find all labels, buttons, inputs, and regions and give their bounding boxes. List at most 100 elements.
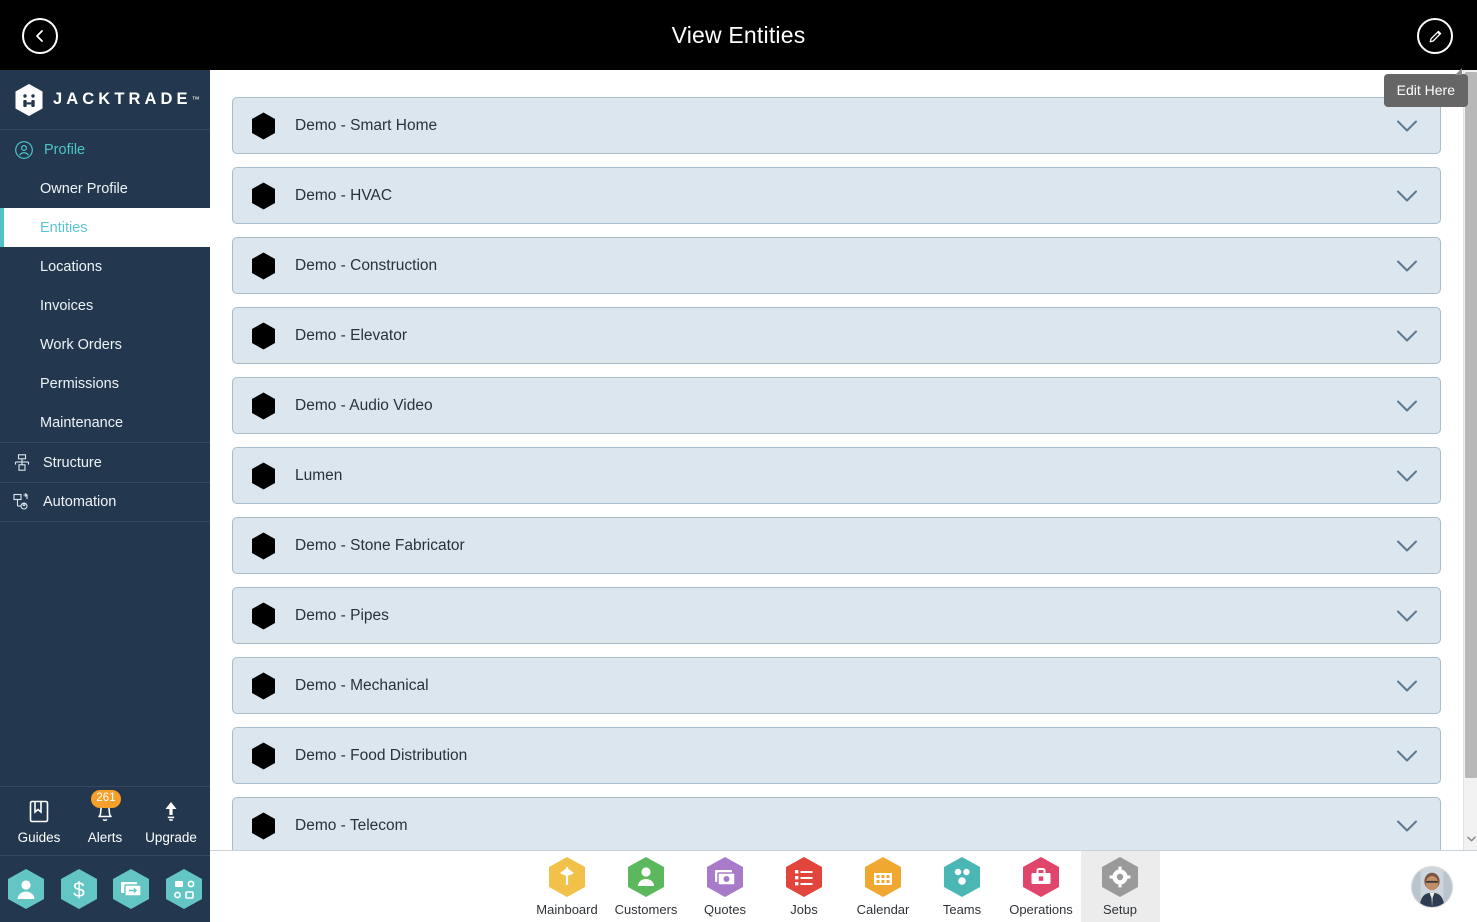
sidebar-item-owner-profile[interactable]: Owner Profile bbox=[0, 169, 210, 208]
bottom-tab-label: Customers bbox=[614, 902, 678, 917]
sidebar-item-work-orders[interactable]: Work Orders bbox=[0, 325, 210, 364]
entity-name: Demo - Stone Fabricator bbox=[295, 536, 465, 554]
entity-row[interactable]: Demo - Telecom bbox=[232, 797, 1441, 850]
sidebar-group-label: Profile bbox=[44, 141, 86, 158]
chevron-down-icon[interactable] bbox=[1396, 609, 1418, 622]
sidebar-item-label: Permissions bbox=[40, 375, 119, 392]
entity-list-scrollbar[interactable] bbox=[1463, 70, 1477, 850]
sidebar-utility-bar: Guides 261 Alerts Upgrade bbox=[0, 786, 210, 856]
sidebar-quick-actions: $ bbox=[0, 856, 210, 922]
hexagon-icon bbox=[252, 112, 275, 139]
brand-name: JACKTRADE bbox=[53, 90, 192, 108]
chevron-down-icon[interactable] bbox=[1396, 399, 1418, 412]
entity-row[interactable]: Demo - Audio Video bbox=[232, 377, 1441, 434]
entity-name: Demo - Construction bbox=[295, 256, 438, 274]
bottom-tab-quotes[interactable]: Quotes bbox=[686, 851, 765, 922]
top-header-bar: View Entities bbox=[0, 0, 1477, 70]
entity-row[interactable]: Demo - Food Distribution bbox=[232, 727, 1441, 784]
workflow-hex-icon[interactable] bbox=[165, 868, 203, 910]
entity-name: Demo - Mechanical bbox=[295, 676, 429, 694]
bottom-tab-setup[interactable]: Setup bbox=[1080, 850, 1160, 922]
bottom-tab-calendar[interactable]: Calendar bbox=[844, 851, 923, 922]
jacktrade-hex-logo-icon bbox=[15, 83, 43, 116]
sidebar-nav: Profile Owner Profile Entities Locations… bbox=[0, 130, 210, 522]
sidebar-item-permissions[interactable]: Permissions bbox=[0, 364, 210, 403]
chevron-left-icon bbox=[36, 30, 43, 42]
bottom-tab-customers[interactable]: Customers bbox=[607, 851, 686, 922]
person-hex-icon[interactable] bbox=[7, 868, 45, 910]
entity-row[interactable]: Demo - Stone Fabricator bbox=[232, 517, 1441, 574]
bottom-nav-tabs: Mainboard Customers Quotes Jobs Calendar Team… bbox=[528, 850, 1160, 922]
quotes-icon bbox=[707, 857, 743, 897]
guides-button[interactable]: Guides bbox=[8, 799, 70, 845]
hexagon-icon bbox=[252, 252, 275, 279]
sidebar-item-entities[interactable]: Entities bbox=[0, 208, 210, 247]
up-arrow-icon bbox=[165, 802, 177, 821]
bottom-tab-operations[interactable]: Operations bbox=[1002, 851, 1081, 922]
edit-here-tooltip: Edit Here bbox=[1383, 68, 1468, 107]
chevron-down-icon[interactable] bbox=[1396, 259, 1418, 272]
main-content: Demo - Smart Home Demo - HVAC Demo - Const… bbox=[210, 70, 1477, 850]
alerts-label: Alerts bbox=[87, 830, 123, 845]
money-transfer-hex-icon[interactable] bbox=[112, 868, 150, 910]
alerts-button[interactable]: 261 Alerts bbox=[74, 790, 136, 845]
entity-row[interactable]: Demo - Smart Home bbox=[232, 97, 1441, 154]
sidebar-item-label: Structure bbox=[43, 454, 102, 471]
hexagon-icon bbox=[252, 322, 275, 349]
entity-name: Demo - HVAC bbox=[295, 186, 393, 204]
hexagon-icon bbox=[252, 182, 275, 209]
entity-row[interactable]: Lumen bbox=[232, 447, 1441, 504]
chevron-down-icon[interactable] bbox=[1396, 539, 1418, 552]
back-button[interactable] bbox=[22, 18, 58, 54]
entity-row[interactable]: Demo - Mechanical bbox=[232, 657, 1441, 714]
chevron-down-icon[interactable] bbox=[1396, 679, 1418, 692]
chevron-down-icon[interactable] bbox=[1396, 119, 1418, 132]
bottom-tab-label: Mainboard bbox=[536, 902, 598, 917]
entity-name: Demo - Food Distribution bbox=[295, 746, 468, 764]
sidebar-item-label: Invoices bbox=[40, 297, 94, 314]
chevron-down-icon[interactable] bbox=[1396, 819, 1418, 832]
scrollbar-thumb[interactable] bbox=[1465, 72, 1477, 778]
bottom-tab-mainboard[interactable]: Mainboard bbox=[528, 851, 607, 922]
chevron-down-icon[interactable] bbox=[1396, 329, 1418, 342]
dollar-hex-icon[interactable]: $ bbox=[60, 868, 98, 910]
jobs-icon bbox=[786, 857, 822, 897]
brand-logo[interactable]: JACKTRADE ™ bbox=[0, 70, 210, 130]
hexagon-icon bbox=[252, 532, 275, 559]
bottom-tab-label: Quotes bbox=[704, 902, 746, 917]
sidebar-item-maintenance[interactable]: Maintenance bbox=[0, 403, 210, 442]
hexagon-icon bbox=[252, 462, 275, 489]
bottom-tab-jobs[interactable]: Jobs bbox=[765, 851, 844, 922]
chevron-down-icon[interactable] bbox=[1396, 749, 1418, 762]
bottom-tab-label: Teams bbox=[942, 902, 982, 917]
sidebar-item-invoices[interactable]: Invoices bbox=[0, 286, 210, 325]
guides-label: Guides bbox=[17, 830, 61, 845]
sidebar-group-profile[interactable]: Profile bbox=[0, 130, 210, 169]
chevron-down-icon bbox=[1466, 836, 1476, 842]
entity-name: Demo - Pipes bbox=[295, 606, 389, 624]
sidebar-item-automation[interactable]: Automation bbox=[0, 482, 210, 522]
entity-row[interactable]: Demo - Construction bbox=[232, 237, 1441, 294]
upgrade-button[interactable]: Upgrade bbox=[140, 799, 202, 845]
bottom-tab-label: Jobs bbox=[790, 902, 818, 917]
entity-row[interactable]: Demo - HVAC bbox=[232, 167, 1441, 224]
bottom-tab-teams[interactable]: Teams bbox=[923, 851, 1002, 922]
bottom-navigation-bar: Mainboard Customers Quotes Jobs Calendar Team… bbox=[210, 850, 1477, 922]
sidebar-item-structure[interactable]: Structure bbox=[0, 442, 210, 482]
pencil-icon bbox=[1429, 30, 1441, 42]
book-icon bbox=[29, 800, 49, 823]
sidebar-item-locations[interactable]: Locations bbox=[0, 247, 210, 286]
entity-row[interactable]: Demo - Pipes bbox=[232, 587, 1441, 644]
operations-icon bbox=[1023, 857, 1059, 897]
edit-button[interactable] bbox=[1417, 18, 1453, 54]
hexagon-icon bbox=[252, 602, 275, 629]
entity-name: Demo - Audio Video bbox=[295, 396, 433, 414]
user-avatar[interactable] bbox=[1411, 865, 1453, 908]
entity-row[interactable]: Demo - Elevator bbox=[232, 307, 1441, 364]
scrollbar-down-arrow[interactable] bbox=[1464, 832, 1477, 846]
chevron-down-icon[interactable] bbox=[1396, 469, 1418, 482]
chevron-down-icon[interactable] bbox=[1396, 189, 1418, 202]
calendar-icon bbox=[865, 857, 901, 897]
mainboard-icon bbox=[549, 857, 585, 897]
entity-name: Demo - Smart Home bbox=[295, 116, 438, 134]
